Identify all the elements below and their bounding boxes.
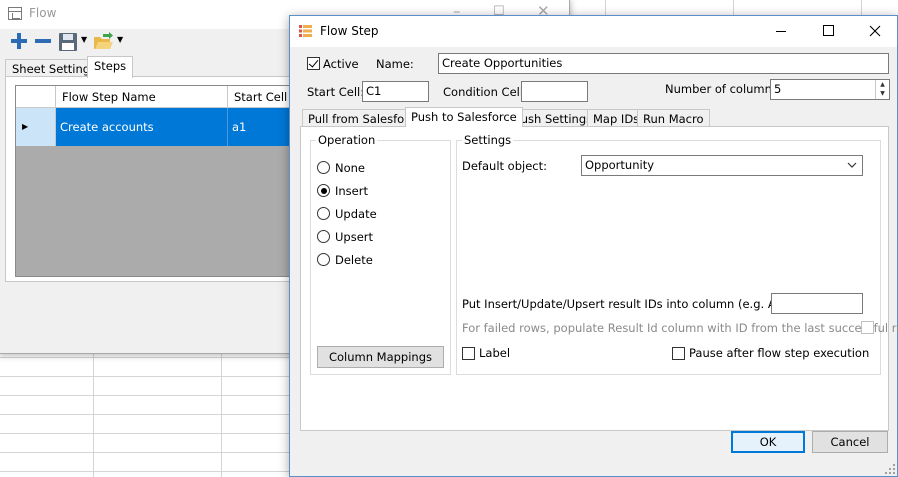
- maximize-icon: [823, 25, 834, 36]
- resize-grip-icon[interactable]: [885, 464, 895, 474]
- operation-group-title: Operation: [316, 133, 378, 147]
- flow-step-dialog: Flow Step Active Name: Create Opportunit…: [289, 15, 898, 477]
- radio-upsert-label: Upsert: [335, 230, 374, 244]
- name-field[interactable]: Create Opportunities: [438, 53, 889, 74]
- minimize-icon: [776, 31, 786, 32]
- radio-upsert[interactable]: [317, 230, 330, 243]
- dialog-title-bar: Flow Step: [290, 16, 897, 47]
- dropdown-arrow-icon[interactable]: ▼: [117, 35, 123, 57]
- default-object-label: Default object:: [462, 159, 547, 173]
- label-checkbox[interactable]: [462, 347, 475, 360]
- condition-cell-field[interactable]: [521, 81, 588, 102]
- tab-push-to-salesforce[interactable]: Push to Salesforce: [405, 107, 523, 127]
- dropdown-arrow-icon[interactable]: ▼: [81, 35, 87, 57]
- number-of-columns-spinner[interactable]: 5 ▲ ▼: [770, 79, 890, 100]
- current-row-icon: ▶: [22, 122, 29, 131]
- row-header[interactable]: ▶: [16, 108, 56, 146]
- start-cell-label: Start Cell:: [307, 85, 365, 99]
- condition-cell-label: Condition Cell:: [443, 85, 527, 99]
- operation-group: Operation None Insert Update Upsert Dele…: [310, 133, 451, 375]
- name-label: Name:: [376, 57, 414, 71]
- spinner-buttons[interactable]: ▲ ▼: [875, 80, 889, 99]
- number-of-columns-label: Number of columns:: [665, 82, 782, 96]
- radio-update[interactable]: [317, 207, 330, 220]
- close-icon: [869, 25, 881, 37]
- spin-down-icon[interactable]: ▼: [876, 89, 889, 98]
- minimize-button[interactable]: [758, 16, 804, 46]
- tab-steps[interactable]: Steps: [87, 56, 134, 78]
- add-icon[interactable]: [9, 31, 29, 53]
- radio-none-label: None: [335, 161, 366, 175]
- push-to-salesforce-page: Operation None Insert Update Upsert Dele…: [300, 126, 898, 431]
- default-object-value: Opportunity: [585, 158, 655, 172]
- save-icon[interactable]: [57, 31, 79, 53]
- flow-step-icon: [299, 25, 312, 37]
- flow-window-title: Flow: [29, 6, 57, 20]
- failed-rows-checkbox[interactable]: [861, 321, 874, 334]
- column-mappings-button[interactable]: Column Mappings: [317, 346, 444, 368]
- radio-insert[interactable]: [317, 184, 330, 197]
- ok-button[interactable]: OK: [731, 431, 805, 453]
- cell-flow-step-name[interactable]: Create accounts: [56, 108, 228, 146]
- number-of-columns-value: 5: [774, 82, 782, 96]
- label-checkbox-label: Label: [479, 346, 511, 360]
- window-icon: [8, 7, 22, 20]
- dialog-title: Flow Step: [320, 24, 379, 38]
- result-ids-column-field[interactable]: [771, 293, 863, 314]
- remove-icon[interactable]: [33, 31, 53, 53]
- radio-none[interactable]: [317, 161, 330, 174]
- open-folder-icon[interactable]: [92, 31, 114, 53]
- close-button[interactable]: [852, 16, 898, 46]
- cancel-button[interactable]: Cancel: [812, 431, 888, 453]
- chevron-down-icon: [847, 162, 857, 168]
- default-object-dropdown[interactable]: Opportunity: [581, 155, 863, 176]
- result-ids-label: Put Insert/Update/Upsert result IDs into…: [462, 297, 811, 311]
- settings-group: Settings Default object: Opportunity Put…: [456, 133, 898, 375]
- row-header-corner: [16, 86, 56, 108]
- maximize-button[interactable]: [805, 16, 851, 46]
- radio-update-label: Update: [335, 207, 377, 221]
- radio-delete[interactable]: [317, 253, 330, 266]
- failed-rows-label: For failed rows, populate Result Id colu…: [462, 321, 898, 335]
- active-checkbox[interactable]: [307, 57, 320, 70]
- start-cell-field[interactable]: C1: [362, 81, 429, 102]
- pause-checkbox-label: Pause after flow step execution: [689, 346, 870, 360]
- radio-insert-label: Insert: [335, 184, 368, 198]
- radio-delete-label: Delete: [335, 253, 373, 267]
- active-label: Active: [323, 57, 359, 71]
- column-header-flow-step-name[interactable]: Flow Step Name: [56, 86, 228, 108]
- pause-checkbox[interactable]: [672, 347, 685, 360]
- spin-up-icon[interactable]: ▲: [876, 80, 889, 89]
- tab-run-macro[interactable]: Run Macro: [637, 109, 710, 127]
- settings-group-title: Settings: [462, 133, 514, 147]
